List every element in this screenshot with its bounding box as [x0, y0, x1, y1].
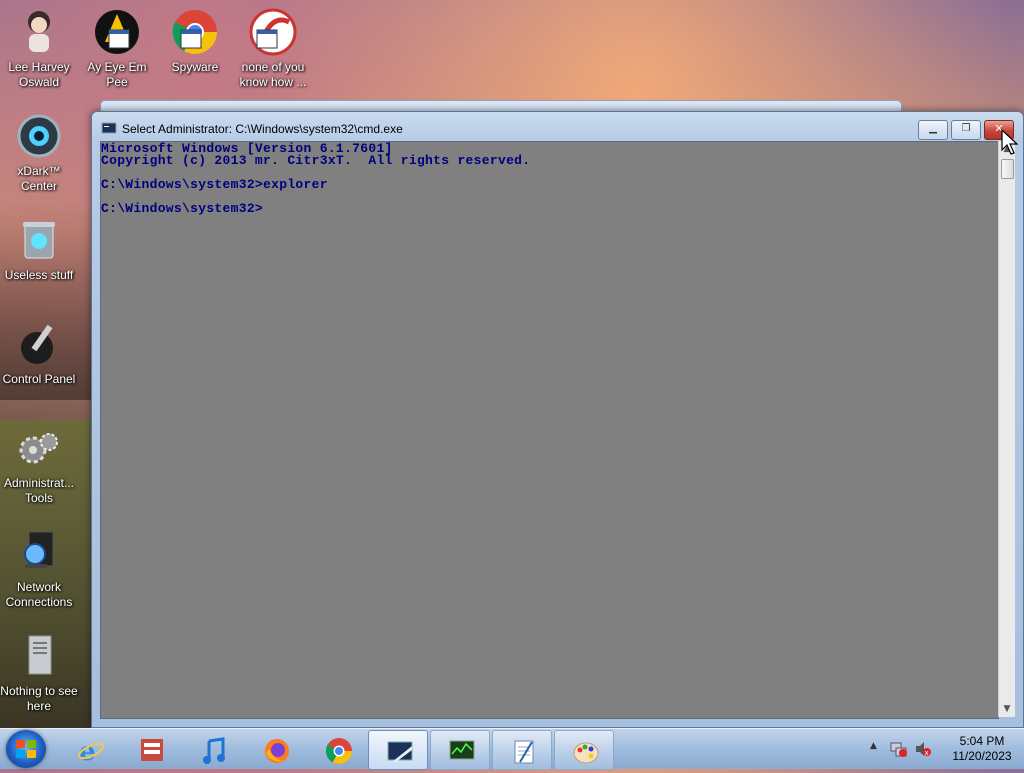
cmd-icon	[386, 738, 413, 762]
console-line: Copyright (c) 2013 mr. Citr3xT. All righ…	[101, 153, 531, 168]
desktop-icon-label: xDark™ Center	[17, 164, 61, 193]
window-titlebar[interactable]: Select Administrator: C:\Windows\system3…	[92, 112, 1023, 142]
start-button[interactable]	[6, 730, 46, 768]
desktop-icon-nothing-to-see-here[interactable]: Nothing to see here	[0, 632, 78, 714]
window-title: Select Administrator: C:\Windows\system3…	[122, 122, 403, 136]
notepad-icon	[510, 738, 534, 764]
desktop-icon-label: Administrat... Tools	[3, 476, 75, 505]
chrome-shortcut-icon	[171, 8, 219, 56]
desktop-icon-spyware[interactable]: Spyware	[156, 8, 234, 75]
desktop-icon-label: none of you know how ...	[239, 60, 307, 89]
chrome-icon	[325, 737, 353, 765]
desktop-icon-label: Control Panel	[2, 372, 76, 386]
volume-muted-icon[interactable]: x	[914, 740, 932, 758]
minimize-button[interactable]: ▁	[918, 120, 948, 140]
mouse-cursor-icon	[1000, 128, 1024, 156]
paint-icon	[572, 738, 599, 764]
firefox-icon	[263, 737, 289, 763]
svg-text:x: x	[925, 749, 929, 757]
taskbar-notepad[interactable]	[492, 730, 552, 770]
taskbar-internet-explorer[interactable]: e	[60, 730, 118, 768]
clock-time: 5:04 PM	[959, 734, 1005, 748]
console-line: C:\Windows\system32>explorer	[101, 177, 328, 192]
music-note-icon	[201, 737, 225, 764]
desktop-icon-useless-stuff[interactable]: Useless stuff	[0, 216, 78, 283]
gears-icon	[15, 424, 63, 472]
desktop-icon-control-panel[interactable]: Control Panel	[0, 320, 78, 387]
windows-logo-icon	[16, 740, 36, 758]
restore-icon: ❐	[961, 123, 971, 134]
desktop-icon-xdark-center[interactable]: xDark™ Center	[0, 112, 78, 194]
taskbar-task-manager[interactable]	[430, 730, 490, 770]
taskbar-music[interactable]	[184, 730, 242, 768]
vertical-scrollbar[interactable]: ▲ ▼	[998, 141, 1015, 717]
console-prompt: C:\Windows\system32>	[101, 201, 264, 216]
desktop-icon-label: Lee Harvey Oswald	[8, 60, 70, 89]
taskbar-files[interactable]	[122, 730, 180, 768]
aim-shortcut-icon	[93, 8, 141, 56]
desktop-icon-lee-harvey-oswald[interactable]: Lee Harvey Oswald	[0, 8, 78, 90]
recycle-bin-icon	[15, 216, 63, 264]
clock[interactable]: 5:04 PM 11/20/2023	[942, 734, 1022, 764]
network-icon	[15, 528, 63, 576]
console-output[interactable]: Microsoft Windows [Version 6.1.7601] Cop…	[100, 141, 999, 719]
desktop-icon-aim[interactable]: Ay Eye Em Pee	[78, 8, 156, 90]
desktop-icon-label: Ay Eye Em Pee	[87, 60, 147, 89]
system-tray: ▲ x 5:04 PM 11/20/2023	[862, 729, 1024, 769]
network-status-icon[interactable]	[890, 740, 908, 758]
scroll-down-icon[interactable]: ▼	[999, 701, 1015, 717]
restore-button[interactable]: ❐	[951, 120, 981, 140]
server-icon	[15, 632, 63, 680]
desktop-icon-administrative-tools[interactable]: Administrat... Tools	[0, 424, 78, 506]
files-icon	[139, 737, 163, 761]
desktop-icon-none-of-you-know[interactable]: none of you know how ...	[234, 8, 312, 90]
desktop-icon-label: Useless stuff	[4, 268, 74, 282]
scroll-thumb[interactable]	[1001, 159, 1014, 179]
taskbar-firefox[interactable]	[246, 730, 304, 768]
taskbar: e ▲ x 5:04 PM 11/20/2023	[0, 728, 1024, 770]
cmd-window[interactable]: Select Administrator: C:\Windows\system3…	[91, 111, 1024, 728]
desktop-icon-label: Network Connections	[5, 580, 73, 609]
desktop-icon-label: Nothing to see here	[0, 684, 78, 713]
shortcut-icon	[249, 8, 297, 56]
desktop-icon-label: Spyware	[171, 60, 219, 74]
anime-character-icon	[15, 8, 63, 56]
internet-explorer-icon: e	[77, 737, 104, 767]
task-manager-icon	[448, 738, 475, 762]
taskbar-chrome[interactable]	[308, 730, 366, 768]
taskbar-cmd[interactable]	[368, 730, 428, 770]
desktop-icon-network-connections[interactable]: Network Connections	[0, 528, 78, 610]
minimize-icon: ▁	[929, 123, 937, 134]
clock-date: 11/20/2023	[952, 749, 1012, 763]
control-panel-icon	[15, 320, 63, 368]
taskbar-paint[interactable]	[554, 730, 614, 770]
cmd-window-icon	[101, 121, 117, 135]
eye-orb-icon	[15, 112, 63, 160]
show-hidden-icons-icon[interactable]: ▲	[870, 741, 877, 751]
